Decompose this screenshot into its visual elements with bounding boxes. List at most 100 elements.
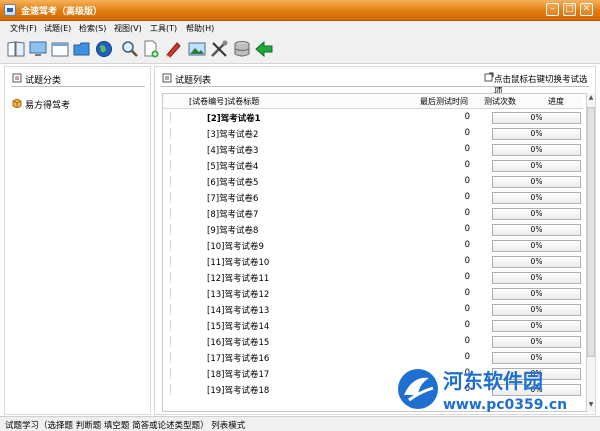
close-button[interactable]: ✕ (580, 3, 593, 16)
progress-value: 0% (530, 321, 543, 330)
table-row[interactable]: [10]驾考试卷9 0 0% (163, 238, 583, 254)
progress-value: 0% (530, 129, 543, 138)
progress-value: 0% (530, 145, 543, 154)
exam-title: [12]驾考试卷11 (207, 274, 270, 284)
row-selector[interactable] (164, 320, 171, 331)
category-panel-title: 试题分类 (25, 76, 62, 86)
row-selector[interactable] (164, 336, 171, 347)
app-icon (4, 4, 16, 16)
row-selector[interactable] (164, 272, 171, 283)
back-arrow-icon[interactable] (254, 39, 274, 59)
table-row[interactable]: [3]驾考试卷2 0 0% (163, 126, 583, 142)
monitor-icon[interactable] (28, 39, 48, 59)
table-row[interactable]: [6]驾考试卷5 0 0% (163, 174, 583, 190)
exam-title: [6]驾考试卷5 (207, 178, 259, 188)
row-selector[interactable] (164, 352, 171, 363)
progress-value: 0% (530, 353, 543, 362)
test-count: 0 (464, 208, 470, 218)
test-count: 0 (464, 240, 470, 250)
test-count: 0 (464, 160, 470, 170)
menu-questions[interactable]: 试题(E) (44, 23, 71, 34)
menu-file[interactable]: 文件(F) (10, 23, 37, 34)
row-selector[interactable] (164, 128, 171, 139)
progress-bar: 0% (492, 208, 581, 220)
minimize-button[interactable]: – (546, 3, 559, 16)
table-row[interactable]: [2]驾考试卷1 0 0% (163, 110, 583, 126)
progress-bar: 0% (492, 336, 581, 348)
scroll-thumb[interactable] (587, 107, 595, 357)
row-selector[interactable] (164, 240, 171, 251)
row-selector[interactable] (164, 304, 171, 315)
exam-title: [13]驾考试卷12 (207, 290, 270, 300)
database-icon[interactable] (232, 39, 252, 59)
menu-help[interactable]: 帮助(H) (186, 23, 214, 34)
table-row[interactable]: [7]驾考试卷6 0 0% (163, 190, 583, 206)
row-selector[interactable] (164, 384, 171, 395)
col-progress[interactable]: 进度 (548, 96, 564, 107)
maximize-button[interactable]: □ (563, 3, 576, 16)
table-row[interactable]: [11]驾考试卷10 0 0% (163, 254, 583, 270)
exam-title: [9]驾考试卷8 (207, 226, 259, 236)
row-selector[interactable] (164, 160, 171, 171)
menu-view[interactable]: 视图(V) (114, 23, 142, 34)
table-row[interactable]: [9]驾考试卷8 0 0% (163, 222, 583, 238)
test-count: 0 (464, 304, 470, 314)
progress-value: 0% (530, 209, 543, 218)
watermark-name: 河东软件园 (443, 369, 543, 393)
list-icon (162, 73, 172, 83)
progress-value: 0% (530, 337, 543, 346)
menu-tools[interactable]: 工具(T) (150, 23, 177, 34)
pen-icon[interactable] (163, 39, 183, 59)
table-row[interactable]: [14]驾考试卷13 0 0% (163, 302, 583, 318)
switch-option-icon (484, 72, 494, 82)
package-icon (12, 98, 22, 108)
test-count: 0 (464, 352, 470, 362)
table-row[interactable]: [15]驾考试卷14 0 0% (163, 318, 583, 334)
scroll-up-icon[interactable]: ▲ (587, 94, 595, 104)
picture-icon[interactable] (187, 39, 207, 59)
exam-title: [7]驾考试卷6 (207, 194, 259, 204)
globe-icon[interactable] (94, 39, 114, 59)
tools-icon[interactable] (209, 39, 229, 59)
row-selector[interactable] (164, 208, 171, 219)
col-last-test[interactable]: 最后测试时间 (420, 96, 468, 107)
table-row[interactable]: [12]驾考试卷11 0 0% (163, 270, 583, 286)
new-document-icon[interactable] (141, 39, 161, 59)
category-icon (12, 73, 22, 83)
menu-search[interactable]: 检索(S) (79, 23, 106, 34)
row-selector[interactable] (164, 144, 171, 155)
test-count: 0 (464, 112, 470, 122)
magnifier-icon[interactable] (120, 39, 140, 59)
status-text: 试题学习（选择题 判断题 填空题 简答或论述类型题） 列表模式 (5, 421, 246, 431)
col-title[interactable]: [试卷编号]试卷标题 (189, 96, 259, 107)
progress-bar: 0% (492, 256, 581, 268)
row-selector[interactable] (164, 112, 171, 123)
test-count: 0 (464, 176, 470, 186)
row-selector[interactable] (164, 224, 171, 235)
row-selector[interactable] (164, 192, 171, 203)
test-count: 0 (464, 224, 470, 234)
row-selector[interactable] (164, 256, 171, 267)
exam-title: [17]驾考试卷16 (207, 354, 270, 364)
toolbar (0, 36, 600, 64)
col-count[interactable]: 测试次数 (484, 96, 516, 107)
table-row[interactable]: [13]驾考试卷12 0 0% (163, 286, 583, 302)
test-count: 0 (464, 288, 470, 298)
table-row[interactable]: [5]驾考试卷4 0 0% (163, 158, 583, 174)
open-book-icon[interactable] (6, 39, 26, 59)
table-row[interactable]: [16]驾考试卷15 0 0% (163, 334, 583, 350)
table-row[interactable]: [4]驾考试卷3 0 0% (163, 142, 583, 158)
row-selector[interactable] (164, 288, 171, 299)
menu-bar: 文件(F) 试题(E) 检索(S) 视图(V) 工具(T) 帮助(H) (0, 21, 600, 36)
progress-value: 0% (530, 273, 543, 282)
status-bar: 试题学习（选择题 判断题 填空题 简答或论述类型题） 列表模式 (0, 416, 600, 431)
progress-bar: 0% (492, 288, 581, 300)
row-selector[interactable] (164, 368, 171, 379)
progress-bar: 0% (492, 176, 581, 188)
category-item[interactable]: 易方得驾考 (25, 98, 70, 111)
row-selector[interactable] (164, 176, 171, 187)
folder-icon[interactable] (72, 39, 92, 59)
progress-bar: 0% (492, 112, 581, 124)
window-icon[interactable] (50, 39, 70, 59)
table-row[interactable]: [8]驾考试卷7 0 0% (163, 206, 583, 222)
